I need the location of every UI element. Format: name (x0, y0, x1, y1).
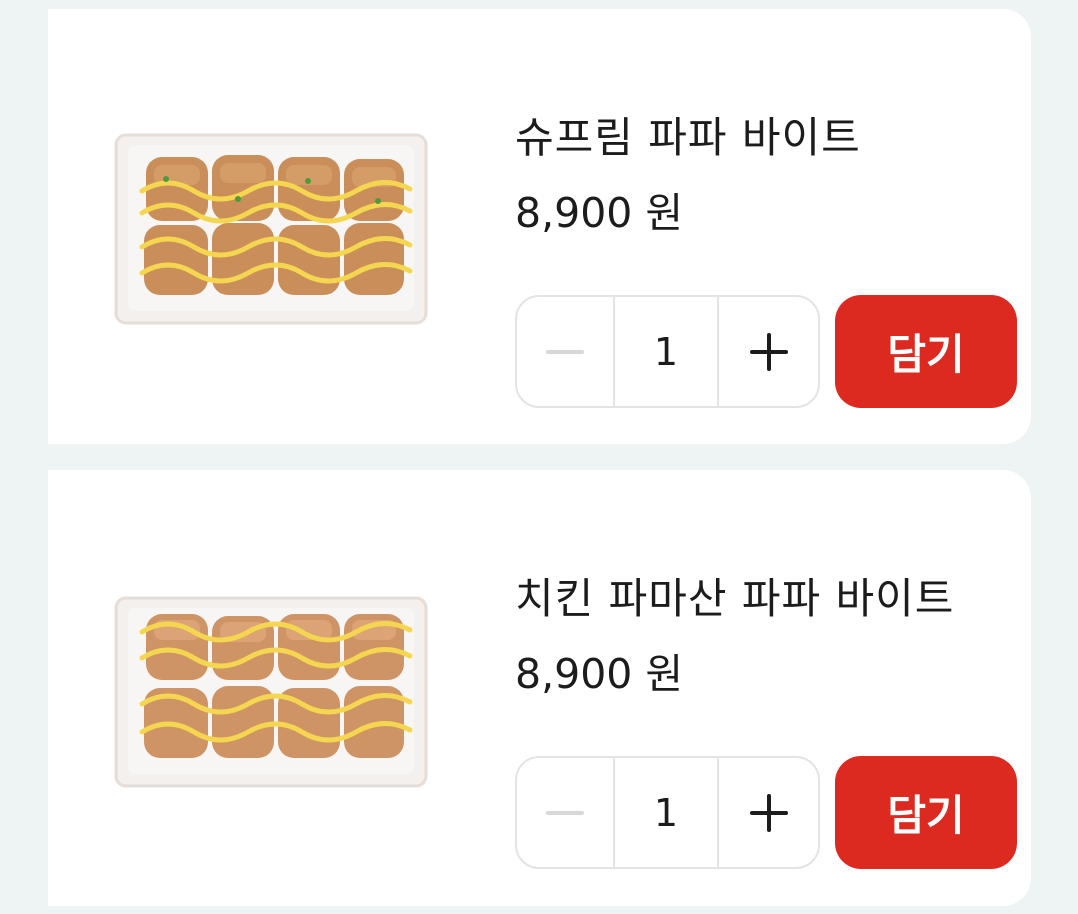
increment-button[interactable] (719, 297, 818, 406)
product-name: 슈프림 파파 바이트 (515, 113, 861, 162)
add-to-cart-button[interactable]: 담기 (835, 756, 1017, 869)
quantity-stepper: 1 (515, 295, 820, 408)
minus-icon (546, 349, 584, 354)
quantity-value: 1 (615, 297, 719, 406)
minus-icon (546, 810, 584, 815)
product-price: 8,900 원 (515, 650, 684, 698)
plus-icon (749, 793, 788, 832)
product-card: 치킨 파마산 파파 바이트 8,900 원 1 담기 (48, 470, 1031, 906)
quantity-value: 1 (615, 758, 719, 867)
decrement-button[interactable] (517, 297, 615, 406)
product-image (114, 596, 428, 788)
add-to-cart-button[interactable]: 담기 (835, 295, 1017, 408)
product-name: 치킨 파마산 파파 바이트 (515, 574, 955, 623)
plus-icon (749, 332, 788, 371)
quantity-stepper: 1 (515, 756, 820, 869)
product-price: 8,900 원 (515, 189, 684, 237)
product-card: 슈프림 파파 바이트 8,900 원 1 담기 (48, 9, 1031, 444)
increment-button[interactable] (719, 758, 818, 867)
decrement-button[interactable] (517, 758, 615, 867)
product-image (114, 133, 428, 325)
